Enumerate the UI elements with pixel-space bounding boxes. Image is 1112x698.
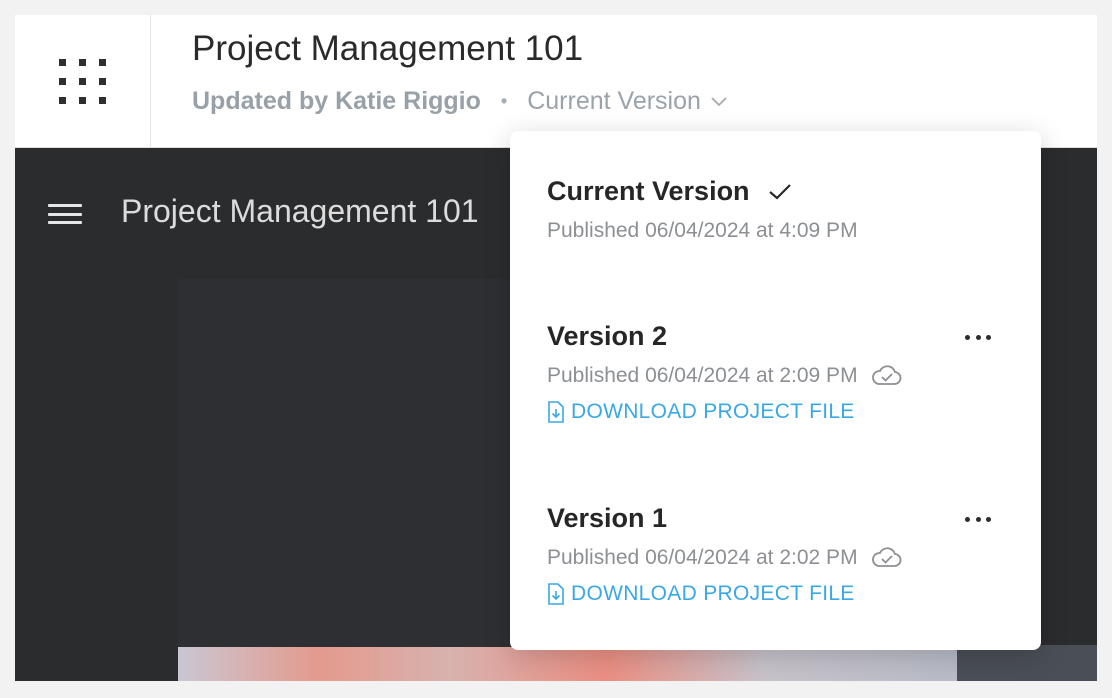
version-published-date: Published 06/04/2024 at 4:09 PM <box>547 219 858 242</box>
page-title: Project Management 101 <box>192 29 584 68</box>
header-meta: Updated by Katie Riggio • Current Versio… <box>192 87 727 116</box>
version-title: Version 2 <box>547 321 668 351</box>
version-item-2[interactable]: Version 2 Published 06/04/2024 at 2:09 P… <box>547 321 1007 424</box>
download-project-file-link[interactable]: DOWNLOAD PROJECT FILE <box>547 400 1007 424</box>
download-label: DOWNLOAD PROJECT FILE <box>571 582 855 605</box>
page-header: Project Management 101 Updated by Katie … <box>15 15 1097 148</box>
check-icon <box>768 183 791 199</box>
grid-dots-icon <box>59 59 106 104</box>
version-dropdown-toggle[interactable]: Current Version <box>527 87 727 116</box>
version-title: Version 1 <box>547 503 668 533</box>
cloud-check-icon <box>871 365 901 385</box>
version-published-date: Published 06/04/2024 at 2:09 PM <box>547 364 858 387</box>
version-item-current[interactable]: Current Version Published 06/04/2024 at … <box>547 176 1007 243</box>
chevron-down-icon <box>711 96 727 106</box>
apps-menu-button[interactable] <box>15 15 151 148</box>
version-published-date: Published 06/04/2024 at 2:02 PM <box>547 546 858 569</box>
download-label: DOWNLOAD PROJECT FILE <box>571 400 855 423</box>
file-download-icon <box>548 401 564 423</box>
download-project-file-link[interactable]: DOWNLOAD PROJECT FILE <box>547 582 1007 606</box>
file-download-icon <box>548 583 564 605</box>
stage-side-panel <box>957 645 1097 681</box>
more-horizontal-icon[interactable] <box>965 332 991 342</box>
version-item-1[interactable]: Version 1 Published 06/04/2024 at 2:02 P… <box>547 503 1007 606</box>
version-dropdown-label: Current Version <box>527 87 701 115</box>
versions-dropdown: Current Version Published 06/04/2024 at … <box>510 131 1041 650</box>
updated-by-label: Updated by Katie Riggio <box>192 87 481 115</box>
cloud-check-icon <box>871 547 901 567</box>
more-horizontal-icon[interactable] <box>965 514 991 524</box>
version-title: Current Version <box>547 176 750 206</box>
player-course-title: Project Management 101 <box>121 193 479 229</box>
meta-separator: • <box>500 91 508 111</box>
hamburger-menu-icon[interactable] <box>48 204 82 224</box>
cover-image <box>178 647 957 681</box>
